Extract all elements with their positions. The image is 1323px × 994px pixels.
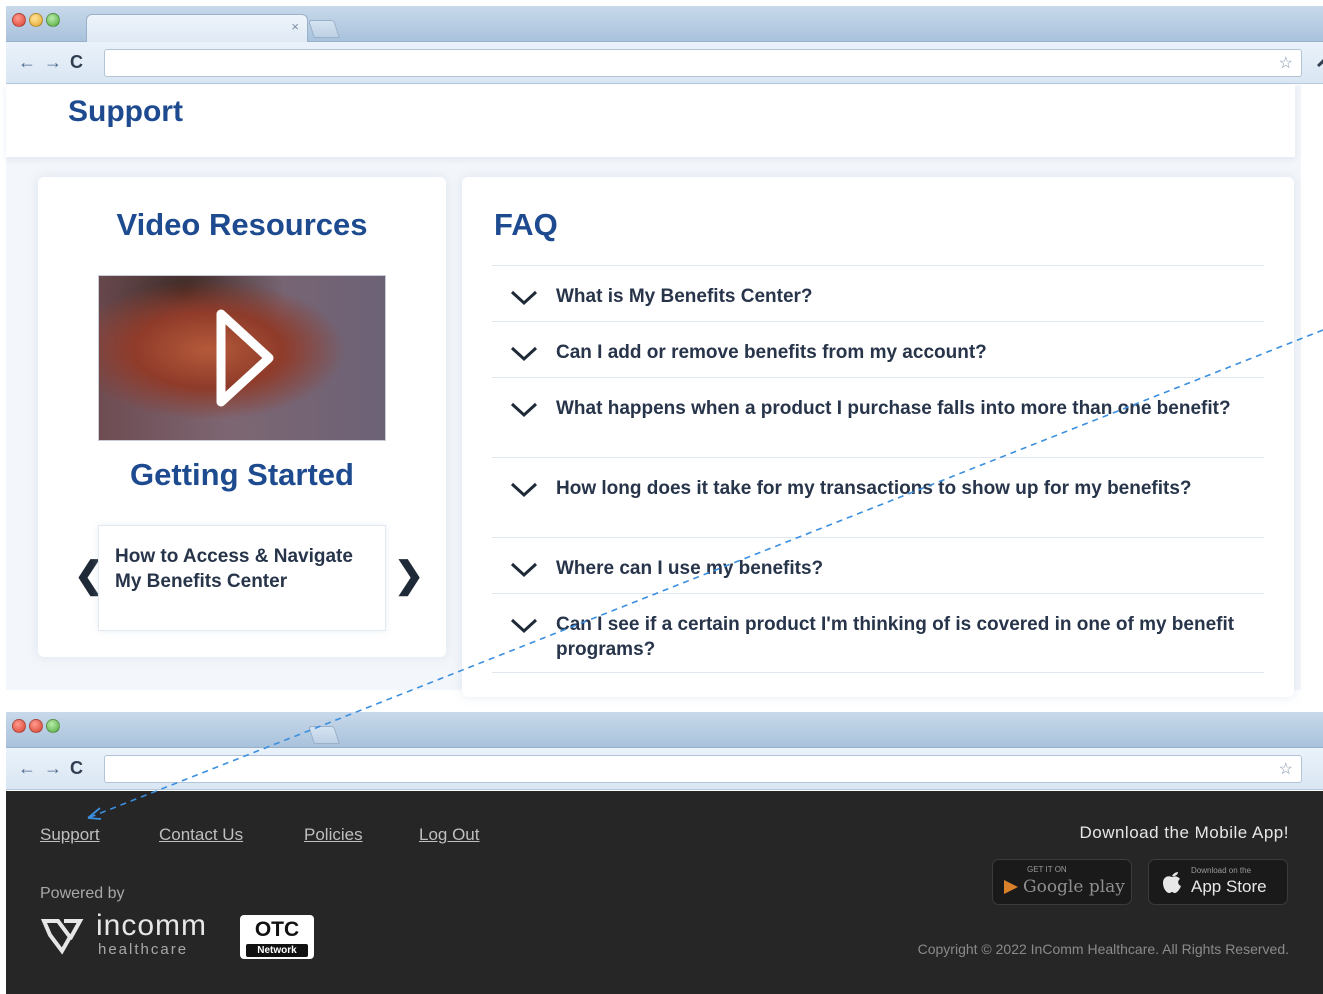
otc-network-logo: OTC Network [240, 915, 314, 959]
chevron-down-icon [510, 402, 538, 418]
browser-window-main: × ← → C ☆ Support Video Resources Gettin… [6, 6, 1323, 697]
forward-icon[interactable]: → [44, 758, 62, 779]
minimize-window-button[interactable] [29, 719, 43, 733]
powered-by-label: Powered by [40, 885, 125, 902]
faq-item[interactable]: How long does it take for my transaction… [492, 457, 1264, 537]
video-thumbnail[interactable] [98, 275, 386, 441]
app-store-button[interactable]: Download on the App Store [1148, 859, 1288, 905]
reload-icon[interactable]: C [70, 52, 83, 73]
faq-question: Where can I use my benefits? [556, 558, 824, 579]
chevron-down-icon [510, 346, 538, 362]
address-bar[interactable]: ☆ [104, 49, 1302, 77]
carousel-item[interactable]: How to Access & Navigate My Benefits Cen… [98, 525, 386, 631]
close-tab-icon[interactable]: × [291, 19, 299, 34]
chevron-down-icon [510, 482, 538, 498]
minimize-window-button[interactable] [29, 13, 43, 27]
faq-card: FAQ What is My Benefits Center? Can I ad… [462, 177, 1294, 697]
footer-link-logout[interactable]: Log Out [419, 825, 480, 845]
faq-item[interactable]: Can I add or remove benefits from my acc… [492, 321, 1264, 377]
footer-link-support[interactable]: Support [40, 825, 100, 845]
otc-wordmark: OTC [254, 918, 300, 941]
close-window-button[interactable] [12, 719, 26, 733]
close-window-button[interactable] [12, 13, 26, 27]
faq-question: Can I see if a certain product I'm think… [556, 614, 1235, 660]
play-icon[interactable] [211, 306, 275, 410]
google-play-label: Google play [1023, 877, 1125, 897]
otc-network-wordmark: Network [246, 944, 308, 957]
tab-bar: × [6, 6, 1323, 42]
incomm-healthcare-logo: incomm healthcare [40, 909, 230, 959]
incomm-mark-icon [40, 919, 84, 955]
browser-window-footer: ← → C ☆ Support Contact Us Policies Log … [6, 712, 1323, 994]
carousel-next-icon[interactable]: ❯ [394, 555, 424, 595]
faq-item[interactable]: What is My Benefits Center? [492, 265, 1264, 321]
bookmark-star-icon[interactable]: ☆ [1279, 759, 1293, 779]
faq-item[interactable]: What happens when a product I purchase f… [492, 377, 1264, 457]
tab-bar [6, 712, 1323, 748]
maximize-window-button[interactable] [46, 719, 60, 733]
back-icon[interactable]: ← [18, 52, 36, 73]
video-resources-card: Video Resources Getting Started ❮ How to… [38, 177, 446, 657]
app-store-small-label: Download on the [1191, 866, 1252, 875]
apple-icon [1163, 872, 1181, 893]
new-tab-button[interactable] [308, 726, 340, 744]
getting-started-title: Getting Started [130, 457, 354, 492]
download-app-title: Download the Mobile App! [1079, 823, 1289, 842]
faq-question: Can I add or remove benefits from my acc… [556, 342, 987, 363]
support-header: Support [6, 85, 1295, 157]
forward-icon[interactable]: → [44, 52, 62, 73]
bookmark-star-icon[interactable]: ☆ [1279, 53, 1293, 73]
browser-toolbar: ← → C ☆ [6, 748, 1323, 790]
google-play-small-label: GET IT ON [1027, 865, 1067, 874]
footer-link-contact[interactable]: Contact Us [159, 825, 243, 845]
wrench-icon[interactable] [1315, 52, 1323, 68]
page-content: Support Video Resources Getting Started … [6, 85, 1301, 697]
chevron-down-icon [510, 618, 538, 634]
faq-list: What is My Benefits Center? Can I add or… [492, 265, 1264, 673]
carousel-item-label: How to Access & Navigate My Benefits Cen… [115, 546, 353, 592]
back-icon[interactable]: ← [18, 758, 36, 779]
google-play-button[interactable]: GET IT ON Google play [992, 859, 1132, 905]
chevron-down-icon [510, 562, 538, 578]
app-store-label: App Store [1191, 877, 1267, 896]
faq-item[interactable]: Where can I use my benefits? [492, 537, 1264, 593]
reload-icon[interactable]: C [70, 758, 83, 779]
window-controls [12, 719, 60, 733]
new-tab-button[interactable] [308, 20, 340, 38]
window-controls [12, 13, 60, 27]
faq-item[interactable]: Can I see if a certain product I'm think… [492, 593, 1264, 673]
google-play-icon [1004, 880, 1018, 894]
browser-tab[interactable]: × [86, 14, 308, 42]
faq-question: What is My Benefits Center? [556, 286, 813, 307]
faq-title: FAQ [494, 207, 558, 242]
copyright-text: Copyright © 2022 InComm Healthcare. All … [917, 941, 1289, 957]
incomm-wordmark: incomm [96, 909, 208, 942]
address-bar[interactable]: ☆ [104, 755, 1302, 783]
video-resources-title: Video Resources [116, 207, 368, 242]
faq-question: What happens when a product I purchase f… [556, 398, 1231, 419]
site-footer: Support Contact Us Policies Log Out Powe… [6, 791, 1323, 994]
page-title: Support [68, 95, 183, 128]
healthcare-wordmark: healthcare [98, 941, 189, 958]
browser-toolbar: ← → C ☆ [6, 42, 1323, 84]
footer-link-policies[interactable]: Policies [304, 825, 363, 845]
chevron-down-icon [510, 290, 538, 306]
faq-question: How long does it take for my transaction… [556, 478, 1192, 499]
maximize-window-button[interactable] [46, 13, 60, 27]
